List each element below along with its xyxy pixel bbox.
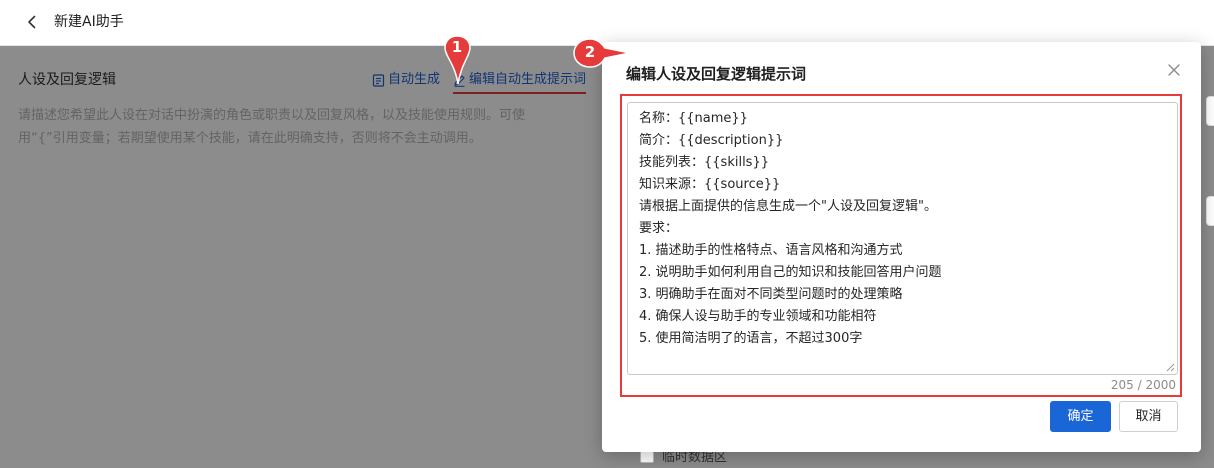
resize-handle-icon[interactable]	[1166, 363, 1175, 372]
background-field-edge	[1206, 96, 1214, 126]
close-icon[interactable]	[1166, 62, 1182, 78]
step-marker-number: 2	[584, 43, 596, 61]
chevron-left-icon[interactable]	[22, 12, 42, 32]
prompt-line: 3. 明确助手在面对不同类型问题时的处理策略	[639, 287, 903, 302]
modal-title: 编辑人设及回复逻辑提示词	[626, 65, 807, 83]
edit-prompt-modal: 编辑人设及回复逻辑提示词 名称：{{name}} 简介：{{descriptio…	[602, 42, 1201, 452]
char-count: 205 / 2000	[1110, 378, 1176, 392]
prompt-line: 4. 确保人设与助手的专业领域和功能相符	[639, 309, 877, 324]
prompt-textarea[interactable]: 名称：{{name}} 简介：{{description}} 技能列表：{{sk…	[627, 102, 1178, 375]
prompt-line: 1. 描述助手的性格特点、语言风格和沟通方式	[639, 243, 903, 258]
prompt-line: 简介：{{description}}	[639, 133, 784, 148]
step-marker-2: 2	[572, 38, 632, 68]
prompt-line: 要求：	[639, 221, 679, 236]
confirm-button[interactable]: 确定	[1050, 401, 1111, 432]
page-title: 新建AI助手	[54, 14, 124, 30]
step-marker-number: 1	[451, 38, 463, 56]
prompt-line: 5. 使用简洁明了的语言，不超过300字	[639, 331, 863, 346]
step-marker-1: 1	[443, 34, 473, 86]
prompt-line: 名称：{{name}}	[639, 111, 748, 126]
prompt-line: 2. 说明助手如何利用自己的知识和技能回答用户问题	[639, 265, 942, 280]
cancel-button[interactable]: 取消	[1119, 401, 1178, 432]
background-field-edge	[1206, 196, 1214, 226]
prompt-line: 技能列表：{{skills}}	[639, 155, 769, 170]
prompt-line: 知识来源：{{source}}	[639, 177, 781, 192]
prompt-line: 请根据上面提供的信息生成一个"人设及回复逻辑"。	[639, 199, 937, 214]
